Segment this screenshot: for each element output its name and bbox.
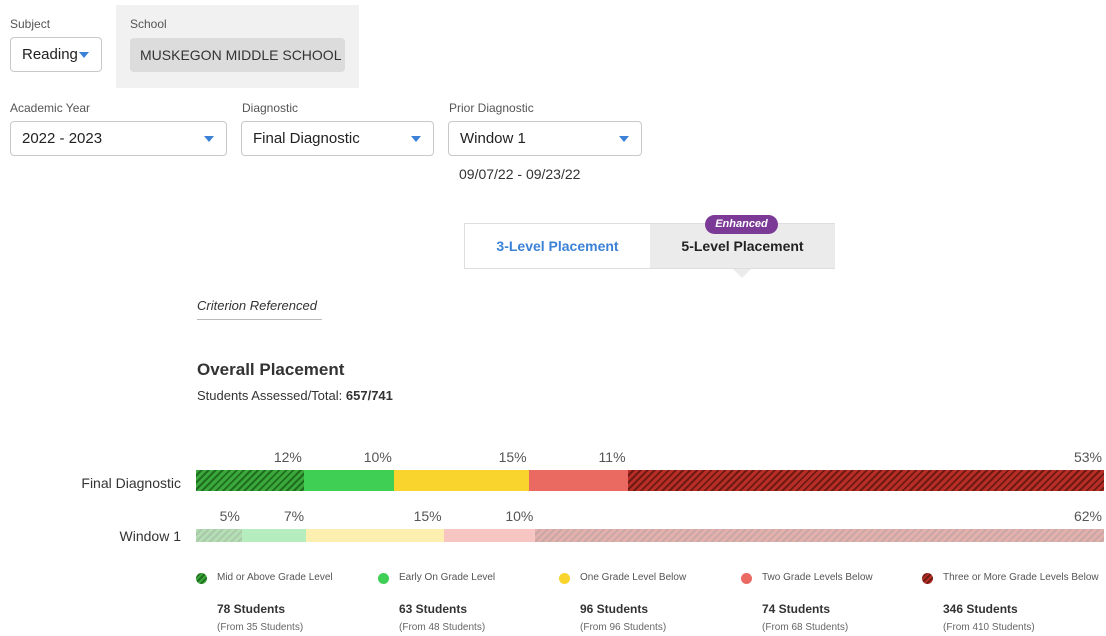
legend-from-5: (From 410 Students)	[943, 622, 1035, 633]
pct-label-window-1-1: 5%	[219, 508, 240, 524]
academic-year-label: Academic Year	[10, 101, 91, 115]
prior-diagnostic-label: Prior Diagnostic	[449, 101, 534, 115]
bar-segment-final-diagnostic-5	[627, 470, 1104, 491]
legend-from-2: (From 48 Students)	[399, 622, 486, 633]
criterion-referenced-tab[interactable]: Criterion Referenced	[197, 298, 322, 320]
diagnostic-value: Final Diagnostic	[253, 130, 360, 147]
bar-segment-window-1-4	[443, 529, 536, 542]
legend-count-1: 78 Students	[217, 602, 286, 616]
assessed-label: Students Assessed/Total:	[197, 388, 343, 403]
pct-label-final-diagnostic-1: 12%	[273, 449, 302, 465]
legend-swatch-3	[559, 573, 570, 584]
pct-label-final-diagnostic-2: 10%	[363, 449, 392, 465]
legend-label-1: Mid or Above Grade Level	[217, 572, 333, 583]
legend-count-5: 346 Students	[943, 602, 1018, 616]
pct-label-window-1-5: 62%	[1073, 508, 1102, 524]
legend-swatch-4	[741, 573, 752, 584]
active-tab-pointer	[733, 269, 751, 278]
row-label-final-diagnostic: Final Diagnostic	[81, 475, 181, 491]
subject-label: Subject	[10, 17, 51, 31]
three-level-placement-tab[interactable]: 3-Level Placement	[465, 224, 650, 268]
enhanced-badge: Enhanced	[705, 215, 778, 234]
legend-label-4: Two Grade Levels Below	[762, 572, 873, 583]
diagnostic-dropdown[interactable]: Final Diagnostic	[241, 121, 434, 156]
prior-diagnostic-dropdown[interactable]: Window 1	[448, 121, 642, 156]
school-field: MUSKEGON MIDDLE SCHOOL	[130, 38, 345, 72]
bar-segment-window-1-5	[535, 529, 1104, 542]
bar-segment-window-1-2	[241, 529, 307, 542]
chevron-down-icon	[204, 136, 214, 142]
chevron-down-icon	[79, 52, 89, 58]
assessed-value: 657/741	[345, 388, 393, 403]
bar-segment-window-1-3	[306, 529, 444, 542]
academic-year-value: 2022 - 2023	[22, 130, 103, 147]
legend-from-4: (From 68 Students)	[762, 622, 849, 633]
prior-diagnostic-value: Window 1	[460, 130, 526, 147]
bar-segment-final-diagnostic-3	[393, 470, 529, 491]
pct-label-window-1-4: 10%	[505, 508, 534, 524]
legend-swatch-5	[922, 573, 933, 584]
legend-from-3: (From 96 Students)	[580, 622, 667, 633]
row-label-window-1: Window 1	[119, 528, 181, 544]
pct-label-final-diagnostic-5: 53%	[1073, 449, 1102, 465]
chevron-down-icon	[619, 136, 629, 142]
legend-swatch-1	[196, 573, 207, 584]
legend-label-3: One Grade Level Below	[580, 572, 687, 583]
legend-count-3: 96 Students	[580, 602, 649, 616]
pct-label-final-diagnostic-3: 15%	[498, 449, 527, 465]
chevron-down-icon	[411, 136, 421, 142]
academic-year-dropdown[interactable]: 2022 - 2023	[10, 121, 227, 156]
legend-swatch-2	[378, 573, 389, 584]
pct-label-final-diagnostic-4: 11%	[598, 449, 626, 465]
bar-segment-final-diagnostic-4	[528, 470, 628, 491]
date-range: 09/07/22 - 09/23/22	[459, 166, 581, 182]
diagnostic-label: Diagnostic	[242, 101, 299, 115]
subject-value: Reading	[22, 46, 78, 63]
bar-segment-window-1-1	[196, 529, 242, 542]
legend-count-4: 74 Students	[762, 602, 831, 616]
bar-segment-final-diagnostic-1	[196, 470, 304, 491]
legend-count-2: 63 Students	[399, 602, 468, 616]
overall-placement-title: Overall Placement	[197, 360, 345, 379]
legend-from-1: (From 35 Students)	[217, 622, 304, 633]
school-label: School	[130, 17, 167, 31]
legend-label-5: Three or More Grade Levels Below	[943, 572, 1099, 583]
students-assessed: Students Assessed/Total: 657/741	[197, 388, 393, 403]
pct-label-window-1-2: 7%	[283, 508, 305, 524]
placement-toggle: 3-Level Placement 5-Level Placement	[464, 223, 835, 269]
legend-label-2: Early On Grade Level	[399, 572, 496, 583]
pct-label-window-1-3: 15%	[413, 508, 442, 524]
subject-dropdown[interactable]: Reading	[10, 37, 102, 72]
bar-segment-final-diagnostic-2	[303, 470, 394, 491]
